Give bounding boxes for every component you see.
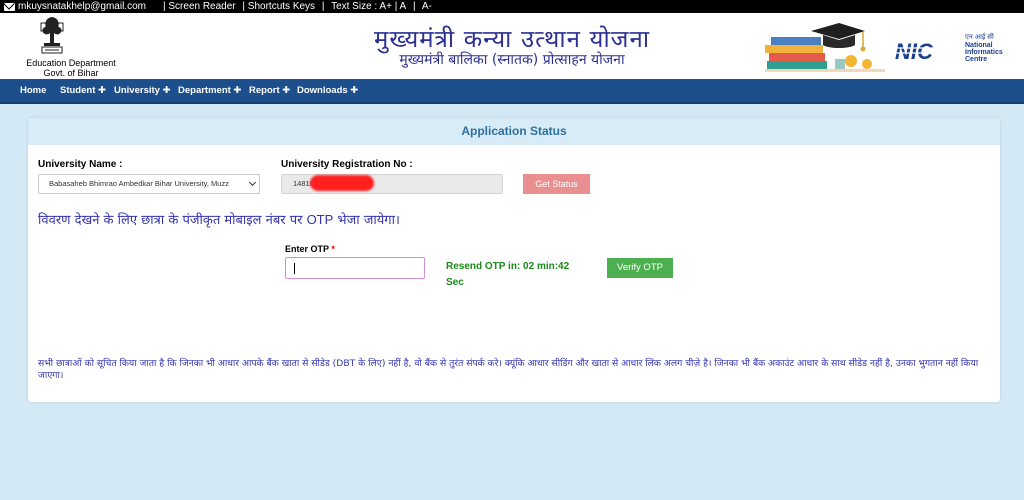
required-marker: * [331, 244, 335, 254]
otp-info-text-otp: OTP [306, 212, 334, 227]
nic-logo-text: NIC [895, 39, 934, 64]
screen-reader-link[interactable]: | Screen Reader [163, 1, 236, 12]
university-select[interactable]: Babasaheb Bhimrao Ambedkar Bihar Univers… [38, 174, 260, 194]
nav-student[interactable]: Student ✚ [60, 79, 106, 102]
books-graduation-cap-illustration [765, 23, 885, 72]
site-header: Education Department Govt. of Bihar मुख्… [0, 13, 1024, 79]
nav-department[interactable]: Department ✚ [178, 79, 241, 102]
resend-otp-timer: Resend OTP in: 02 min:42 Sec [446, 259, 596, 291]
nic-name-line-3: Centre [965, 56, 988, 63]
application-status-panel: Application Status University Name : Bab… [28, 118, 1000, 402]
help-email-link[interactable]: mkuysnatakhelp@gmail.com [18, 0, 146, 13]
university-selected-value: Babasaheb Bhimrao Ambedkar Bihar Univers… [49, 179, 229, 188]
otp-info-text-start: विवरण देखने के लिए छात्रा के पंजीकृत मोब… [38, 213, 307, 228]
nav-university[interactable]: University ✚ [114, 79, 171, 102]
nic-name-line-1: National [965, 42, 993, 49]
top-bar: mkuysnatakhelp@gmail.com | Screen Reader… [0, 0, 1024, 13]
enter-otp-label: Enter OTP * [285, 244, 335, 254]
resend-timer-line-2: Sec [446, 277, 464, 288]
chevron-down-icon [248, 178, 257, 187]
verify-otp-button[interactable]: Verify OTP [607, 258, 673, 278]
nav-home[interactable]: Home [20, 79, 46, 102]
nav-downloads[interactable]: Downloads ✚ [297, 79, 358, 102]
otp-info-message: विवरण देखने के लिए छात्रा के पंजीकृत मोब… [38, 210, 400, 228]
nav-report[interactable]: Report ✚ [249, 79, 290, 102]
text-size-increase-link[interactable]: Text Size : A+ | A [331, 1, 406, 12]
aadhaar-seeding-notice: सभी छात्राओं को सूचित किया जाता है कि जि… [38, 358, 979, 381]
text-size-decrease-link[interactable]: A- [422, 1, 432, 12]
otp-input[interactable] [285, 257, 425, 279]
enter-otp-label-text: Enter OTP [285, 244, 329, 254]
department-line-2: Govt. of Bihar [43, 68, 99, 78]
nic-hindi-name: एन आई सी [965, 34, 994, 41]
resend-timer-line-1: Resend OTP in: 02 min:42 [446, 261, 570, 272]
shortcut-keys-link[interactable]: | Shortcuts Keys [242, 1, 315, 12]
university-name-label: University Name : [38, 159, 123, 170]
redaction-mark [310, 175, 374, 191]
nic-english-name: National Informatics Centre [965, 42, 1003, 63]
panel-heading: Application Status [28, 118, 1000, 145]
nic-name-line-2: Informatics [965, 49, 1003, 56]
main-navigation: Home Student ✚ University ✚ Department ✚… [0, 79, 1024, 104]
otp-info-text-end: भेजा जायेगा। [333, 213, 400, 228]
separator: | [321, 1, 325, 12]
envelope-icon [4, 3, 15, 11]
registration-number-label: University Registration No : [281, 159, 413, 170]
get-status-button[interactable]: Get Status [523, 174, 590, 194]
separator: | [412, 1, 416, 12]
accessibility-links: | Screen Reader | Shortcuts Keys | Text … [163, 0, 436, 13]
